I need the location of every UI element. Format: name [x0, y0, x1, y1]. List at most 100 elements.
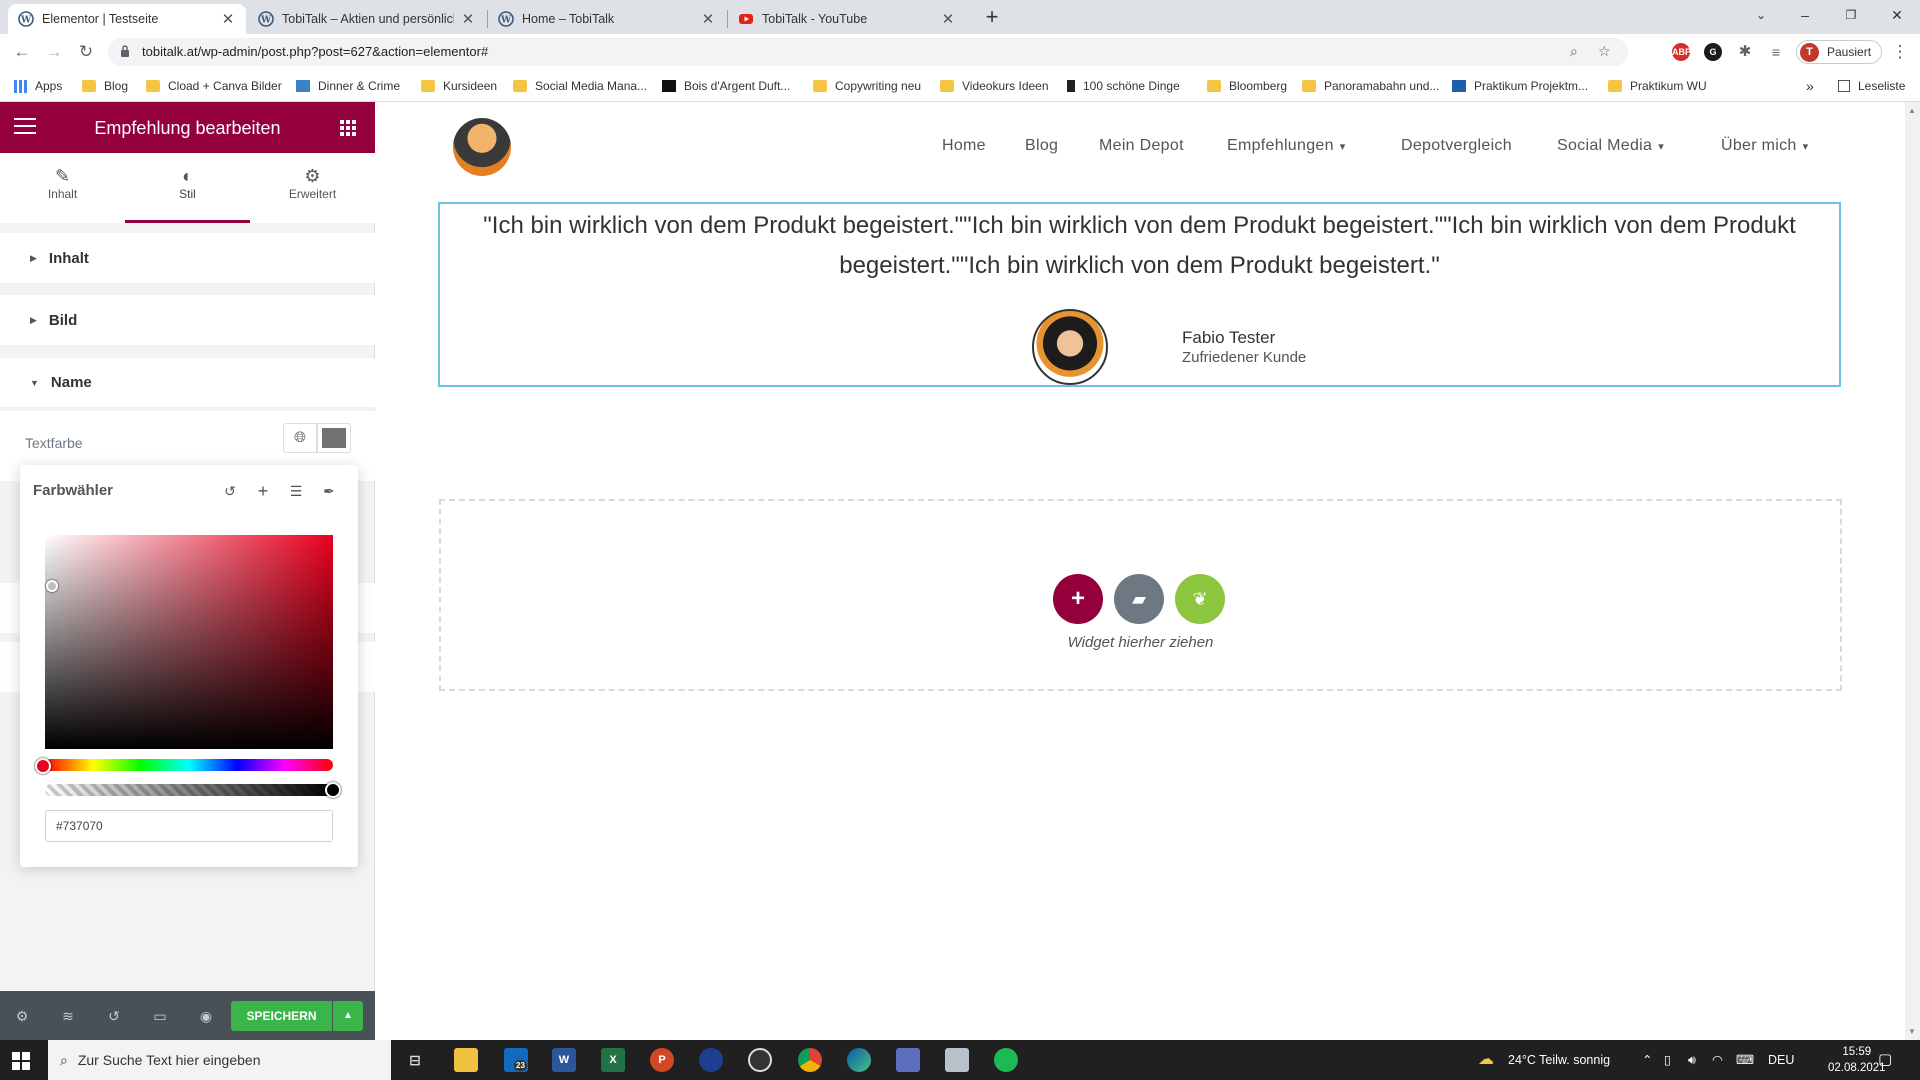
language-indicator[interactable]: DEU: [1768, 1040, 1794, 1080]
bookmark-apps[interactable]: Apps: [14, 70, 62, 102]
browser-tab[interactable]: W TobiTalk – Aktien und persönliche ✕: [248, 4, 486, 34]
edge-icon[interactable]: [847, 1048, 871, 1072]
bookmark-item[interactable]: 100 schöne Dinge: [1067, 70, 1180, 102]
template-library-folder-icon[interactable]: ▰: [1114, 574, 1164, 624]
clock[interactable]: 15:59 02.08.2021: [1828, 1044, 1886, 1076]
add-color-icon[interactable]: +: [253, 481, 273, 501]
hue-slider-handle[interactable]: [35, 758, 51, 774]
color-swatch-button[interactable]: [317, 423, 351, 453]
close-icon[interactable]: ✕: [220, 10, 236, 28]
wifi-icon[interactable]: ◠: [1712, 1040, 1723, 1080]
file-explorer-icon[interactable]: [454, 1048, 478, 1072]
nav-item-ueber-mich[interactable]: Über mich ▾: [1721, 137, 1808, 155]
section-bild[interactable]: ▶ Bild: [0, 295, 375, 345]
mail-icon[interactable]: 23: [504, 1048, 528, 1072]
adblock-icon[interactable]: ABP: [1672, 43, 1691, 61]
global-colors-stack-icon[interactable]: ☰: [286, 481, 306, 501]
bookmark-item[interactable]: Praktikum WU: [1608, 70, 1707, 102]
back-icon[interactable]: ←: [10, 40, 34, 64]
saturation-value-area[interactable]: [45, 535, 333, 749]
extensions-icon[interactable]: ✱: [1736, 43, 1754, 61]
nav-item-home[interactable]: Home: [942, 137, 986, 155]
tray-chevron-icon[interactable]: ⌃: [1642, 1040, 1652, 1080]
nav-item-blog[interactable]: Blog: [1025, 137, 1058, 155]
envato-kit-icon[interactable]: ❦: [1175, 574, 1225, 624]
bookmark-item[interactable]: Cload + Canva Bilder: [146, 70, 282, 102]
restore-button[interactable]: ❐: [1828, 0, 1874, 32]
tab-inhalt[interactable]: ✎ Inhalt: [0, 153, 125, 223]
settings-gear-icon[interactable]: ⚙: [12, 1006, 32, 1026]
preview-eye-icon[interactable]: ◉: [196, 1006, 216, 1026]
navigator-layers-icon[interactable]: ≋: [58, 1006, 78, 1026]
add-section-button[interactable]: +: [1053, 574, 1103, 624]
forward-icon[interactable]: →: [42, 40, 66, 64]
site-logo[interactable]: [453, 118, 511, 176]
close-window-button[interactable]: ✕: [1874, 0, 1920, 32]
bookmark-item[interactable]: Copywriting neu: [813, 70, 921, 102]
reset-icon[interactable]: ↺: [220, 481, 240, 501]
hex-color-input[interactable]: [45, 810, 333, 842]
weather-text[interactable]: 24°C Teilw. sonnig: [1508, 1040, 1610, 1080]
menu-icon[interactable]: ⋮: [1888, 40, 1912, 64]
bookmark-item[interactable]: Kursideen: [421, 70, 497, 102]
app-icon[interactable]: [699, 1048, 723, 1072]
nav-item-empfehlungen[interactable]: Empfehlungen ▾: [1227, 137, 1346, 155]
tab-erweitert[interactable]: ⚙ Erweitert: [250, 153, 375, 223]
zoom-icon[interactable]: ⌕: [1570, 43, 1578, 60]
obs-icon[interactable]: [748, 1048, 772, 1072]
reading-list-icon[interactable]: ≡: [1767, 43, 1785, 61]
nav-item-mein-depot[interactable]: Mein Depot: [1099, 137, 1184, 155]
word-icon[interactable]: W: [552, 1048, 576, 1072]
widgets-grid-icon[interactable]: [340, 120, 356, 136]
browser-tab[interactable]: W Elementor | Testseite ✕: [8, 4, 246, 34]
keyboard-icon[interactable]: ⌨: [1736, 1040, 1754, 1080]
section-inhalt[interactable]: ▶ Inhalt: [0, 233, 375, 283]
testimonial-widget[interactable]: "Ich bin wirklich von dem Produkt begeis…: [438, 202, 1841, 387]
bookmark-item[interactable]: Social Media Mana...: [513, 70, 647, 102]
minimize-button[interactable]: –: [1782, 0, 1828, 32]
chrome-icon[interactable]: [798, 1048, 822, 1072]
bookmarks-overflow[interactable]: »: [1806, 70, 1814, 102]
bookmark-item[interactable]: Bois d'Argent Duft...: [662, 70, 790, 102]
volume-icon[interactable]: 🔊︎: [1688, 1040, 1696, 1080]
scroll-down-arrow-icon[interactable]: ▼: [1908, 1027, 1916, 1036]
spotify-icon[interactable]: [994, 1048, 1018, 1072]
network-icon[interactable]: ▯: [1664, 1040, 1671, 1080]
bookmark-item[interactable]: Videokurs Ideen: [940, 70, 1049, 102]
bookmark-item[interactable]: Praktikum Projektm...: [1452, 70, 1588, 102]
page-scrollbar[interactable]: ▲ ▼: [1905, 102, 1920, 1040]
empty-section-dropzone[interactable]: + ▰ ❦ Widget hierher ziehen: [439, 499, 1842, 691]
profile-button[interactable]: T Pausiert: [1796, 40, 1883, 64]
excel-icon[interactable]: X: [601, 1048, 625, 1072]
eyedropper-icon[interactable]: ✒: [319, 481, 339, 501]
opacity-slider[interactable]: [45, 784, 333, 796]
opacity-slider-handle[interactable]: [325, 782, 341, 798]
app-icon[interactable]: [945, 1048, 969, 1072]
saturation-handle[interactable]: [46, 580, 58, 592]
reload-icon[interactable]: ↻: [74, 40, 98, 64]
browser-tab[interactable]: W Home – TobiTalk ✕: [488, 4, 726, 34]
bookmark-item[interactable]: Dinner & Crime: [296, 70, 400, 102]
save-options-caret-icon[interactable]: ▲: [333, 1001, 363, 1031]
bookmark-item[interactable]: Bloomberg: [1207, 70, 1287, 102]
address-bar[interactable]: tobitalk.at/wp-admin/post.php?post=627&a…: [108, 38, 1628, 66]
bookmark-item[interactable]: Blog: [82, 70, 128, 102]
history-icon[interactable]: ↺: [104, 1006, 124, 1026]
weather-icon[interactable]: ☁: [1478, 1040, 1494, 1080]
section-name[interactable]: ▼ Name: [0, 358, 375, 408]
save-button[interactable]: SPEICHERN: [231, 1001, 332, 1031]
app-icon[interactable]: [896, 1048, 920, 1072]
browser-tab[interactable]: TobiTalk - YouTube ✕: [728, 4, 966, 34]
notifications-icon[interactable]: ▢: [1878, 1040, 1892, 1080]
scroll-up-arrow-icon[interactable]: ▲: [1908, 106, 1916, 115]
powerpoint-icon[interactable]: P: [650, 1048, 674, 1072]
close-icon[interactable]: ✕: [700, 10, 716, 28]
hue-slider[interactable]: [45, 759, 333, 771]
grammarly-icon[interactable]: G: [1704, 43, 1722, 61]
reading-list-button[interactable]: Leseliste: [1838, 70, 1905, 102]
bookmark-item[interactable]: Panoramabahn und...: [1302, 70, 1439, 102]
close-icon[interactable]: ✕: [460, 10, 476, 28]
nav-item-social-media[interactable]: Social Media ▾: [1557, 137, 1664, 155]
new-tab-button[interactable]: +: [978, 4, 1006, 32]
task-view-icon[interactable]: ⊟: [403, 1048, 427, 1072]
